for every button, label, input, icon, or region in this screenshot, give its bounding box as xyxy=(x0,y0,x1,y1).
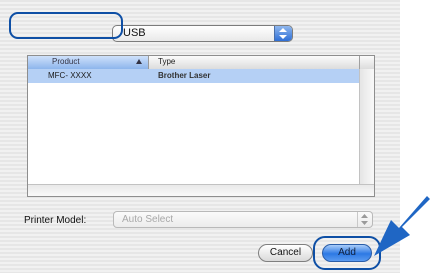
product-cell: MFC- XXXX xyxy=(48,71,92,80)
horizontal-scrollbar[interactable] xyxy=(28,184,374,196)
vertical-scrollbar[interactable] xyxy=(359,69,374,184)
cancel-button[interactable]: Cancel xyxy=(258,244,313,262)
table-row[interactable]: MFC- XXXX Brother Laser xyxy=(28,69,359,83)
add-printer-panel: USB Product Type MFC- XXXX Brother Laser… xyxy=(0,0,400,273)
connection-type-value: USB xyxy=(123,27,146,39)
header-scroll-corner xyxy=(359,56,374,69)
connection-type-popup[interactable]: USB xyxy=(112,25,293,42)
column-header-product[interactable]: Product xyxy=(28,56,149,69)
printer-model-value: Auto Select xyxy=(122,214,174,225)
column-header-type[interactable]: Type xyxy=(158,57,175,66)
printer-model-select[interactable]: Auto Select xyxy=(113,211,373,228)
type-cell: Brother Laser xyxy=(158,71,211,80)
printer-model-label: Printer Model: xyxy=(24,215,87,226)
select-arrows-icon xyxy=(357,212,372,227)
printer-list-table: Product Type MFC- XXXX Brother Laser xyxy=(27,55,375,197)
table-header: Product Type xyxy=(28,56,359,70)
sort-ascending-icon xyxy=(136,59,142,64)
product-callout-outline xyxy=(9,12,123,39)
callout-arrow-icon xyxy=(374,196,430,256)
popup-arrows-icon xyxy=(274,26,292,41)
add-callout-outline xyxy=(313,236,381,270)
